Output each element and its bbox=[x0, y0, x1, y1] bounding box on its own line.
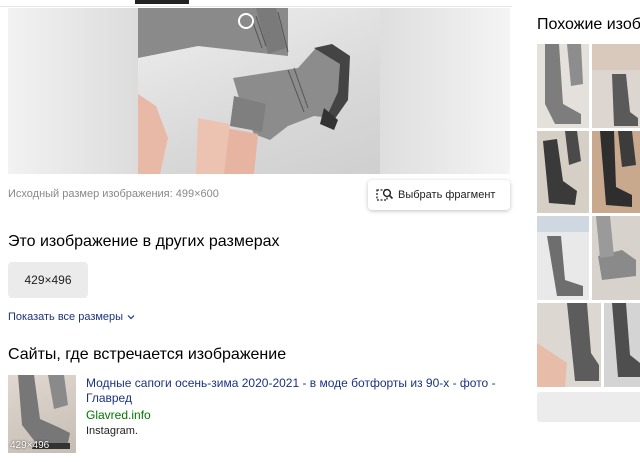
sites-heading: Сайты, где встречается изображение bbox=[8, 346, 287, 363]
size-chip-429x496[interactable]: 429×496 bbox=[8, 262, 88, 298]
site-result-title-link[interactable]: Модные сапоги осень-зима 2020-2021 - в м… bbox=[86, 376, 516, 406]
thumbnail-size-badge: 429×496 bbox=[10, 440, 50, 451]
show-all-sizes-link[interactable]: Показать все размеры bbox=[8, 311, 135, 323]
boots-photo-illustration bbox=[138, 8, 350, 174]
similar-image-thumb[interactable] bbox=[537, 44, 589, 128]
site-result-domain-link[interactable]: Glavred.info bbox=[86, 408, 151, 422]
similar-image-thumb[interactable] bbox=[604, 303, 640, 387]
top-divider bbox=[0, 6, 512, 7]
similar-image-thumb[interactable] bbox=[592, 131, 640, 213]
select-fragment-label: Выбрать фрагмент bbox=[398, 189, 496, 201]
other-sizes-heading: Это изображение в других размерах bbox=[8, 233, 280, 250]
similar-image-thumb[interactable] bbox=[592, 216, 640, 300]
preview-blur-right bbox=[380, 8, 510, 174]
similar-image-thumb[interactable] bbox=[537, 303, 601, 387]
show-all-sizes-label: Показать все размеры bbox=[8, 311, 124, 323]
similar-image-thumb[interactable] bbox=[592, 44, 640, 128]
original-size-label: Исходный размер изображения: 499×600 bbox=[8, 188, 219, 200]
active-tab-indicator bbox=[135, 0, 189, 4]
crop-fragment-icon bbox=[376, 187, 394, 203]
image-preview[interactable] bbox=[8, 8, 510, 174]
select-fragment-button[interactable]: Выбрать фрагмент bbox=[368, 180, 510, 210]
preview-blur-left bbox=[8, 8, 138, 174]
similar-image-thumb[interactable] bbox=[537, 131, 589, 213]
similar-image-thumb[interactable] bbox=[537, 216, 589, 300]
site-result-description: Instagram. bbox=[86, 425, 138, 437]
chevron-down-icon bbox=[127, 312, 135, 320]
similar-more-button[interactable] bbox=[537, 392, 640, 422]
preview-photo bbox=[138, 8, 380, 174]
similar-images-heading: Похожие изоб bbox=[537, 16, 640, 33]
carousel-dot-icon[interactable] bbox=[238, 13, 254, 29]
site-result-thumbnail[interactable]: 429×496 bbox=[8, 375, 76, 453]
